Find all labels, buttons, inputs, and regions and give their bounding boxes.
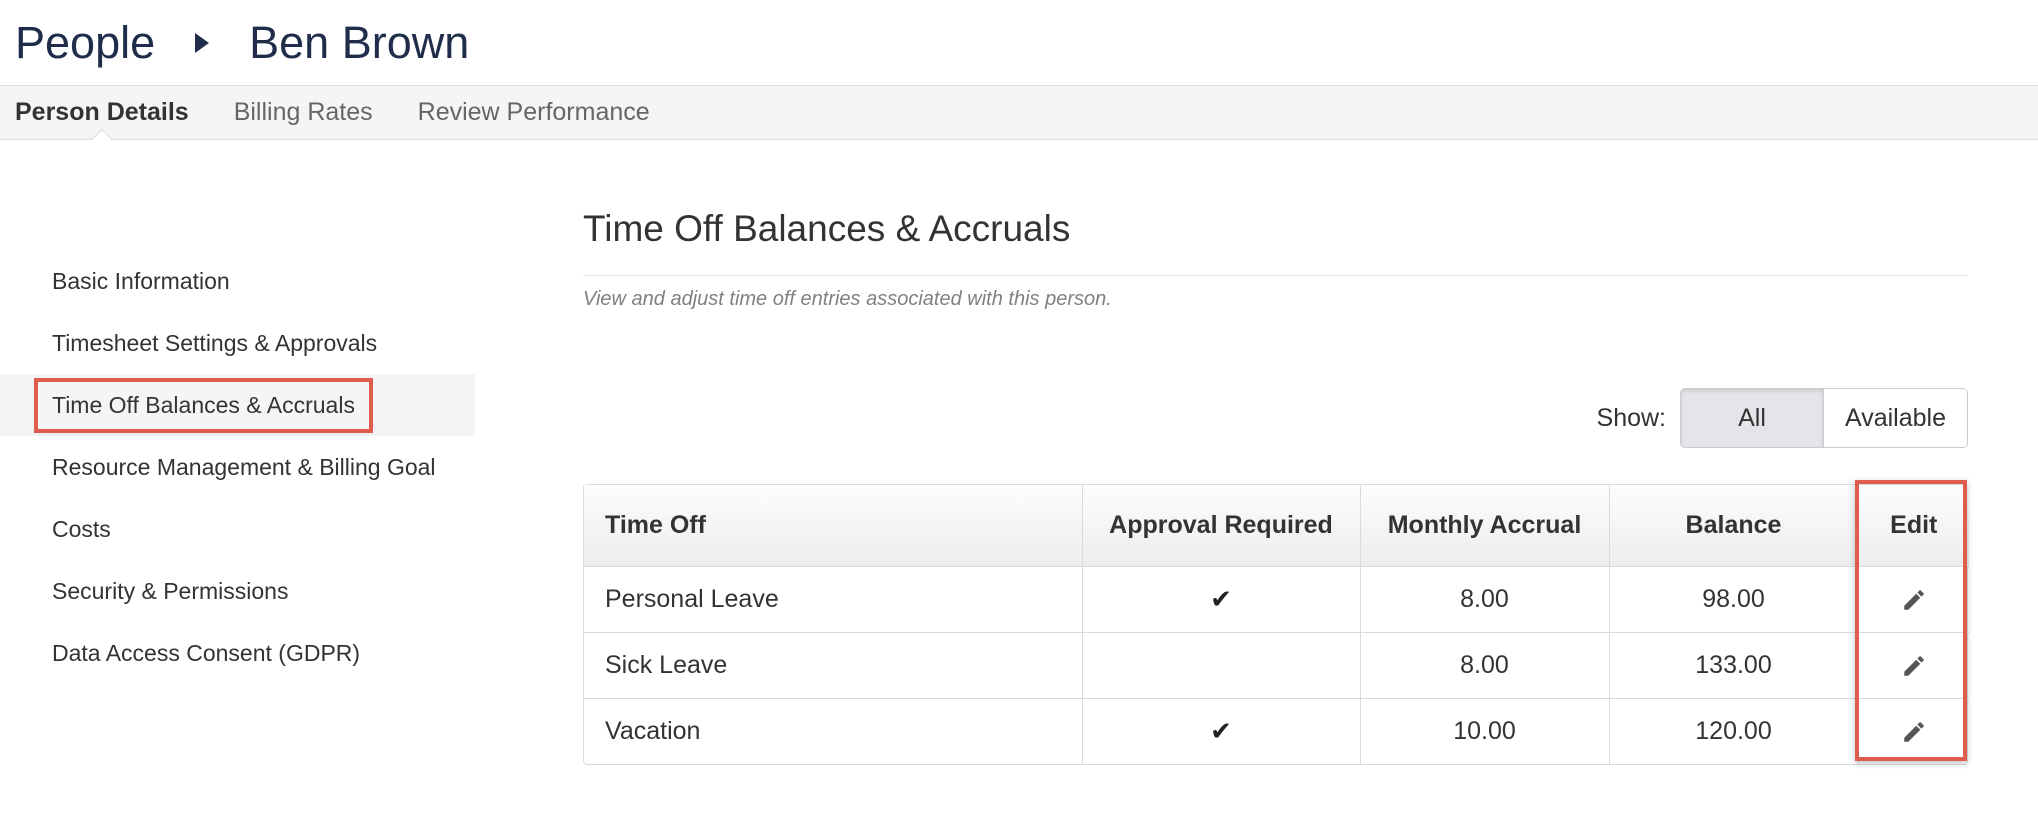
time-off-table: Time Off Approval Required Monthly Accru… (583, 484, 1969, 765)
sidebar-item-label: Costs (52, 515, 111, 542)
show-toggle: All Available (1680, 388, 1968, 448)
edit-cell (1858, 698, 1969, 764)
balance-cell: 133.00 (1609, 632, 1859, 699)
tab-person-details[interactable]: Person Details (15, 98, 189, 127)
column-header-time-off: Time Off (584, 485, 1083, 567)
table-row: Vacation ✔ 10.00 120.00 (584, 698, 1969, 764)
balance-cell: 98.00 (1609, 566, 1859, 633)
section-title: Time Off Balances & Accruals (583, 208, 1071, 249)
divider (583, 275, 1968, 276)
breadcrumb: People Ben Brown (0, 0, 2038, 85)
table-header-row: Time Off Approval Required Monthly Accru… (584, 485, 1969, 567)
sidebar-item-label: Timesheet Settings & Approvals (52, 329, 378, 356)
pencil-icon[interactable] (1901, 719, 1927, 745)
sidebar-item-costs[interactable]: Costs (0, 498, 475, 560)
sidebar-item-label: Security & Permissions (52, 577, 289, 604)
time-off-name: Vacation (584, 698, 1083, 764)
sidebar-item-time-off-balances[interactable]: Time Off Balances & Accruals (0, 374, 475, 436)
column-header-edit: Edit (1858, 485, 1969, 567)
main-content: Time Off Balances & Accruals View and ad… (583, 200, 1968, 311)
balance-cell: 120.00 (1609, 698, 1859, 764)
breadcrumb-people-link[interactable]: People (15, 20, 155, 65)
pencil-icon[interactable] (1901, 653, 1927, 679)
breadcrumb-separator-icon (195, 32, 210, 53)
edit-cell (1858, 632, 1969, 699)
sidebar-item-resource-management[interactable]: Resource Management & Billing Goal (0, 436, 475, 498)
edit-cell (1858, 566, 1969, 633)
checkmark-icon: ✔ (1210, 715, 1232, 746)
sidebar-item-label: Basic Information (52, 267, 230, 294)
page-title: Ben Brown (249, 17, 470, 68)
column-header-monthly-accrual: Monthly Accrual (1360, 485, 1610, 567)
show-label: Show: (1596, 403, 1666, 432)
table-row: Personal Leave ✔ 8.00 98.00 (584, 566, 1969, 633)
monthly-accrual-cell: 8.00 (1360, 566, 1610, 633)
monthly-accrual-cell: 10.00 (1360, 698, 1610, 764)
time-off-name: Personal Leave (584, 566, 1083, 633)
approval-cell (1082, 632, 1361, 699)
show-all-button[interactable]: All (1681, 389, 1824, 447)
time-off-name: Sick Leave (584, 632, 1083, 699)
column-header-balance: Balance (1609, 485, 1859, 567)
column-header-approval-required: Approval Required (1082, 485, 1361, 567)
tab-billing-rates[interactable]: Billing Rates (234, 98, 373, 127)
pencil-icon[interactable] (1901, 587, 1927, 613)
section-description: View and adjust time off entries associa… (583, 288, 1112, 310)
sidebar-item-label: Time Off Balances & Accruals (34, 377, 373, 433)
approval-cell: ✔ (1082, 698, 1361, 764)
tab-bar: Person Details Billing Rates Review Perf… (0, 85, 2038, 140)
sidebar-item-label: Resource Management & Billing Goal (52, 453, 436, 480)
tab-review-performance[interactable]: Review Performance (418, 98, 650, 127)
checkmark-icon: ✔ (1210, 583, 1232, 614)
sidebar-item-security-permissions[interactable]: Security & Permissions (0, 560, 475, 622)
monthly-accrual-cell: 8.00 (1360, 632, 1610, 699)
show-available-button[interactable]: Available (1824, 389, 1967, 447)
table-row: Sick Leave 8.00 133.00 (584, 632, 1969, 699)
show-filter: Show: All Available (583, 388, 1968, 448)
sidebar-item-data-access-consent[interactable]: Data Access Consent (GDPR) (0, 622, 475, 684)
sidebar-item-label: Data Access Consent (GDPR) (52, 639, 361, 666)
sidebar: Basic Information Timesheet Settings & A… (0, 250, 475, 684)
approval-cell: ✔ (1082, 566, 1361, 633)
sidebar-item-timesheet-settings[interactable]: Timesheet Settings & Approvals (0, 312, 475, 374)
sidebar-item-basic-information[interactable]: Basic Information (0, 250, 475, 312)
